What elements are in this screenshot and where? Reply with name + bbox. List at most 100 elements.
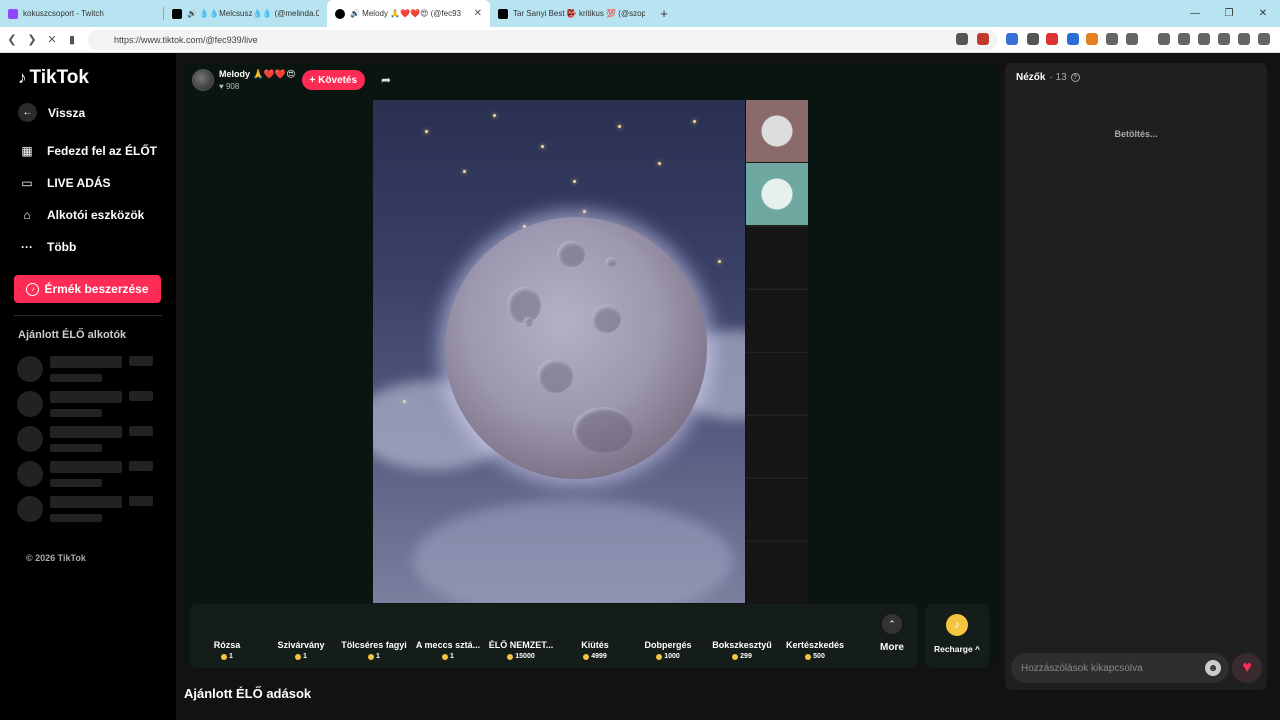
divider xyxy=(14,315,162,316)
gift-name: Tölcséres fagyi xyxy=(341,640,407,650)
url-field[interactable]: https://www.tiktok.com/@fec939/live xyxy=(88,30,998,50)
coin-icon xyxy=(221,653,228,660)
info-icon[interactable]: ? xyxy=(1070,73,1080,82)
follow-button[interactable]: + Követés xyxy=(301,70,366,90)
back-arrow-icon[interactable]: ❮ xyxy=(2,33,22,46)
host-likes: ♥ 908 xyxy=(219,82,296,91)
menu-icon[interactable] xyxy=(1258,33,1270,45)
recharge-button[interactable]: ♪ Recharge ^ xyxy=(925,604,989,668)
get-coins-button[interactable]: ♪ Érmék beszerzése xyxy=(14,275,161,303)
emoji-icon[interactable]: ☻ xyxy=(1205,660,1221,676)
live-video[interactable] xyxy=(373,100,745,603)
skeleton-row xyxy=(17,391,157,419)
sidebar: ♪ TikTok ← Vissza ▦ Fedezd fel az ÉLŐT ▭… xyxy=(0,53,176,720)
twitch-favicon-icon xyxy=(8,8,18,19)
bookmark-icon[interactable]: ▮ xyxy=(62,33,82,46)
tab-title: 🔊 Melody 🙏❤️❤️😍 (@fec93 xyxy=(350,9,461,18)
house-play-icon: ⌂ xyxy=(23,208,31,222)
more-gifts-button[interactable]: ⌃ More xyxy=(870,614,914,653)
browser-tab[interactable]: kokuszcsoport - Twitch xyxy=(0,0,163,27)
gift-price: 500 xyxy=(813,653,825,660)
gift-price: 4999 xyxy=(591,653,607,660)
gift-name: Dobpergés xyxy=(644,640,692,650)
minimize-icon[interactable]: — xyxy=(1178,0,1212,27)
gift-item[interactable]: Rózsa 1 xyxy=(190,640,264,660)
extension-icon[interactable] xyxy=(1086,33,1098,45)
sparkle-icon[interactable] xyxy=(1218,33,1230,45)
viewers-header: Nézők · 13 ? xyxy=(1016,72,1080,83)
gift-item[interactable]: Szivárvány 1 xyxy=(264,640,338,660)
sidebar-item-live-broadcast[interactable]: ▭ LIVE ADÁS xyxy=(18,174,110,192)
gift-name: A meccs sztá... xyxy=(415,640,481,650)
gift-price: 1 xyxy=(376,653,380,660)
sidebar-item-explore-live[interactable]: ▦ Fedezd fel az ÉLŐT xyxy=(18,142,157,160)
sidebar-item-label: Fedezd fel az ÉLŐT xyxy=(47,144,158,158)
tiktok-logo[interactable]: ♪ TikTok xyxy=(18,67,89,89)
coin-icon xyxy=(442,653,449,660)
guest-slot-empty xyxy=(746,289,808,351)
back-label: Vissza xyxy=(48,105,86,120)
wallet-icon[interactable] xyxy=(1198,33,1210,45)
guest-slot-empty xyxy=(746,541,808,603)
guest-panel xyxy=(746,100,808,603)
coin-icon xyxy=(805,653,812,660)
get-coins-label: Érmék beszerzése xyxy=(44,282,149,296)
avatar[interactable] xyxy=(192,69,214,91)
gift-item[interactable]: Bokszkesztyű 299 xyxy=(705,640,779,660)
video-camera-icon: ▭ xyxy=(21,176,33,190)
forward-arrow-icon[interactable]: ❯ xyxy=(22,33,42,46)
back-link[interactable]: ← Vissza xyxy=(18,103,85,122)
tiktok-favicon-icon xyxy=(172,8,182,19)
share-icon[interactable]: ➦ xyxy=(381,73,391,87)
sidebar-item-more[interactable]: ··· Több xyxy=(18,238,76,256)
window-controls: — ❐ ✕ xyxy=(1178,0,1280,27)
new-tab-button[interactable]: + xyxy=(653,0,675,27)
tab-title: 🔊 💧💧Melcsusz💧💧 (@melinda.06 xyxy=(187,9,319,18)
browser-tab[interactable]: Tar Sanyi Best 👺 kritikus 💯 (@szop xyxy=(490,0,653,27)
close-window-icon[interactable]: ✕ xyxy=(1246,0,1280,27)
gift-item[interactable]: Dobpergés 1000 xyxy=(631,640,705,660)
extension-icon[interactable] xyxy=(1126,33,1138,45)
gift-item[interactable]: Kiütés 4999 xyxy=(558,640,632,660)
extension-icon[interactable] xyxy=(1067,33,1079,45)
comment-input[interactable]: Hozzászólások kikapcsolva ☻ xyxy=(1011,653,1229,683)
guest-slot-empty xyxy=(746,352,808,414)
browser-tab-active[interactable]: 🔊 Melody 🙏❤️❤️😍 (@fec93 ✕ xyxy=(327,0,490,27)
sidebar-icon[interactable] xyxy=(1178,33,1190,45)
calendar-icon: ▦ xyxy=(21,144,33,158)
vpn-icon[interactable] xyxy=(1238,33,1250,45)
sidebar-item-creator-tools[interactable]: ⌂ Alkotói eszközök xyxy=(18,206,144,224)
guest-video[interactable] xyxy=(746,100,808,162)
logo-text: TikTok xyxy=(29,67,89,88)
browser-tab[interactable]: 🔊 💧💧Melcsusz💧💧 (@melinda.06 xyxy=(164,0,327,27)
coin-icon: ♪ xyxy=(946,614,968,636)
more-dots-icon: ··· xyxy=(21,240,33,254)
gift-item[interactable]: Kertészkedés 500 xyxy=(778,640,852,660)
coin-icon xyxy=(368,653,375,660)
host-name[interactable]: Melody 🙏❤️❤️😍 xyxy=(219,69,296,80)
close-tab-icon[interactable]: ✕ xyxy=(474,8,482,19)
restore-icon[interactable]: ❐ xyxy=(1212,0,1246,27)
recharge-label: Recharge ^ xyxy=(933,644,981,654)
extension-icon[interactable] xyxy=(977,33,989,45)
music-icon[interactable] xyxy=(1158,33,1170,45)
tiktok-favicon-icon xyxy=(335,8,345,19)
coin-icon xyxy=(583,653,590,660)
coin-icon xyxy=(656,653,663,660)
gift-item[interactable]: A meccs sztá... 1 xyxy=(411,640,485,660)
host-bar: Melody 🙏❤️❤️😍 ♥ 908 + Követés ➦ xyxy=(192,69,391,91)
guest-video[interactable] xyxy=(746,163,808,225)
puzzle-icon[interactable] xyxy=(1106,33,1118,45)
tiktok-favicon-icon xyxy=(498,8,508,19)
shield-icon[interactable] xyxy=(956,33,968,45)
like-heart-button[interactable]: ♥ xyxy=(1232,653,1262,683)
extension-icon[interactable] xyxy=(1046,33,1058,45)
extension-icon[interactable] xyxy=(1027,33,1039,45)
translate-icon[interactable] xyxy=(1006,33,1018,45)
address-bar-row: ❮ ❯ ✕ ▮ https://www.tiktok.com/@fec939/l… xyxy=(0,27,1280,53)
guest-slot-empty xyxy=(746,415,808,477)
stop-loading-icon[interactable]: ✕ xyxy=(42,33,62,46)
gift-item[interactable]: ÉLŐ NEMZET... 15000 xyxy=(484,640,558,660)
copyright: © 2026 TikTok xyxy=(26,553,86,563)
gift-item[interactable]: Tölcséres fagyi 1 xyxy=(337,640,411,660)
